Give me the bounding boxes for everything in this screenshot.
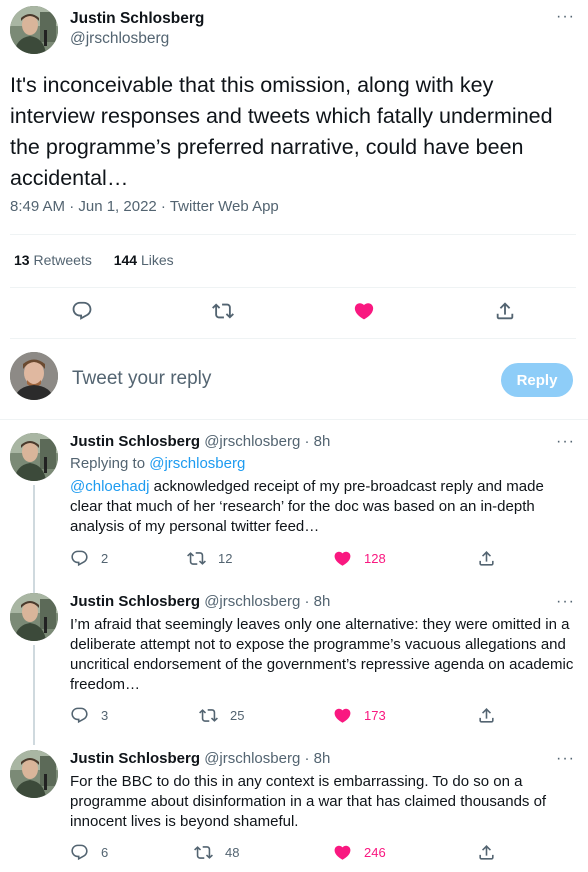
avatar[interactable] <box>10 433 58 481</box>
reply-button[interactable] <box>71 300 93 322</box>
share-button[interactable] <box>477 706 496 725</box>
like-button[interactable]: 128 <box>333 549 386 568</box>
divider <box>10 234 576 235</box>
reply-icon <box>71 300 93 322</box>
likes-label: Likes <box>140 252 174 268</box>
author-name[interactable]: Justin Schlosberg <box>70 593 200 610</box>
reply-input[interactable]: Tweet your reply <box>72 368 211 390</box>
author-name[interactable]: Justin Schlosberg <box>70 433 200 450</box>
retweet-button[interactable] <box>212 300 234 322</box>
like-count: 173 <box>364 708 386 723</box>
share-icon <box>477 549 496 568</box>
more-icon[interactable]: ··· <box>556 8 575 26</box>
author-name[interactable]: Justin Schlosberg <box>70 10 204 28</box>
retweet-icon <box>212 300 234 322</box>
tweet-actions: 3 25 173 <box>0 706 588 736</box>
main-tweet-header: Justin Schlosberg @jrschlosberg <box>10 6 578 56</box>
reply-icon <box>70 706 89 725</box>
likes-stat[interactable]: 144 Likes <box>114 252 174 268</box>
avatar[interactable] <box>10 750 58 798</box>
reply-button[interactable]: 3 <box>70 706 108 725</box>
tweet-header: Justin Schlosberg @jrschlosberg · 8h <box>70 750 330 767</box>
reply-submit-button[interactable]: Reply <box>501 363 573 397</box>
like-button[interactable]: 246 <box>333 843 386 862</box>
tweet-text: It's inconceivable that this omission, a… <box>10 73 553 190</box>
share-button[interactable] <box>494 300 516 322</box>
more-icon[interactable]: ··· <box>556 433 575 451</box>
like-button[interactable] <box>353 300 375 322</box>
share-button[interactable] <box>477 549 496 568</box>
tweet-header: Justin Schlosberg @jrschlosberg · 8h <box>70 433 330 450</box>
tweet-text: @chloehadj acknowledged receipt of my pr… <box>70 477 578 537</box>
avatar[interactable] <box>10 6 58 54</box>
tweet-timestamp[interactable]: 8:49 AM · Jun 1, 2022 · Twitter Web App <box>10 198 279 215</box>
tweet-time[interactable]: · 8h <box>304 750 330 767</box>
like-button[interactable]: 173 <box>333 706 386 725</box>
main-tweet-actions <box>0 300 588 330</box>
retweets-stat[interactable]: 13 Retweets <box>14 252 92 268</box>
like-count: 128 <box>364 551 386 566</box>
replying-to: Replying to @jrschlosberg <box>70 455 245 472</box>
retweet-icon <box>194 843 213 862</box>
divider <box>0 419 588 420</box>
reply-count: 2 <box>101 551 109 566</box>
tweet-header: Justin Schlosberg @jrschlosberg · 8h <box>70 593 330 610</box>
tweet-time[interactable]: · 8h <box>304 433 330 450</box>
reply-button[interactable]: 6 <box>70 843 108 862</box>
author-handle[interactable]: @jrschlosberg <box>204 593 300 610</box>
reply-icon <box>70 549 89 568</box>
retweet-button[interactable]: 48 <box>194 843 239 862</box>
avatar <box>10 352 58 400</box>
retweet-count: 25 <box>230 708 245 723</box>
reply-button[interactable]: 2 <box>70 549 108 568</box>
author-handle[interactable]: @jrschlosberg <box>204 433 300 450</box>
tweet-text: For the BBC to do this in any context is… <box>70 773 547 830</box>
divider <box>10 287 576 288</box>
retweets-label: Retweets <box>33 252 92 268</box>
tweet-text: I’m afraid that seemingly leaves only on… <box>70 616 574 693</box>
tweet-actions: 6 48 246 <box>0 843 588 872</box>
likes-count: 144 <box>113 252 138 268</box>
share-icon <box>494 300 516 322</box>
more-icon[interactable]: ··· <box>556 750 575 768</box>
like-filled-icon <box>333 706 352 725</box>
tweet-time[interactable]: · 8h <box>304 593 330 610</box>
like-filled-icon <box>333 843 352 862</box>
like-filled-icon <box>333 549 352 568</box>
retweet-button[interactable]: 25 <box>199 706 244 725</box>
more-icon[interactable]: ··· <box>556 593 575 611</box>
reply-count: 6 <box>101 845 109 860</box>
thread-tweet[interactable]: Justin Schlosberg @jrschlosberg · 8h ···… <box>0 593 588 745</box>
thread-tweet[interactable]: Justin Schlosberg @jrschlosberg · 8h ···… <box>0 750 588 870</box>
divider <box>10 338 576 339</box>
tweet-actions: 2 12 128 <box>0 549 588 579</box>
reply-count: 3 <box>101 708 109 723</box>
author-handle[interactable]: @jrschlosberg <box>70 30 169 48</box>
replying-label: Replying to <box>70 455 146 472</box>
retweets-count: 13 <box>14 252 30 268</box>
share-icon <box>477 843 496 862</box>
retweet-count: 48 <box>225 845 240 860</box>
share-icon <box>477 706 496 725</box>
retweet-icon <box>187 549 206 568</box>
retweet-button[interactable]: 12 <box>187 549 232 568</box>
retweet-count: 12 <box>218 551 233 566</box>
retweet-icon <box>199 706 218 725</box>
tweet-stats: 13 Retweets 144 Likes <box>14 252 174 268</box>
share-button[interactable] <box>477 843 496 862</box>
avatar[interactable] <box>10 593 58 641</box>
author-name[interactable]: Justin Schlosberg <box>70 750 200 767</box>
replying-handle-link[interactable]: @jrschlosberg <box>149 455 245 472</box>
reply-icon <box>70 843 89 862</box>
author-handle[interactable]: @jrschlosberg <box>204 750 300 767</box>
thread-tweet[interactable]: Justin Schlosberg @jrschlosberg · 8h ···… <box>0 433 588 595</box>
like-filled-icon <box>353 300 375 322</box>
like-count: 246 <box>364 845 386 860</box>
mention-link[interactable]: @chloehadj <box>70 478 149 495</box>
